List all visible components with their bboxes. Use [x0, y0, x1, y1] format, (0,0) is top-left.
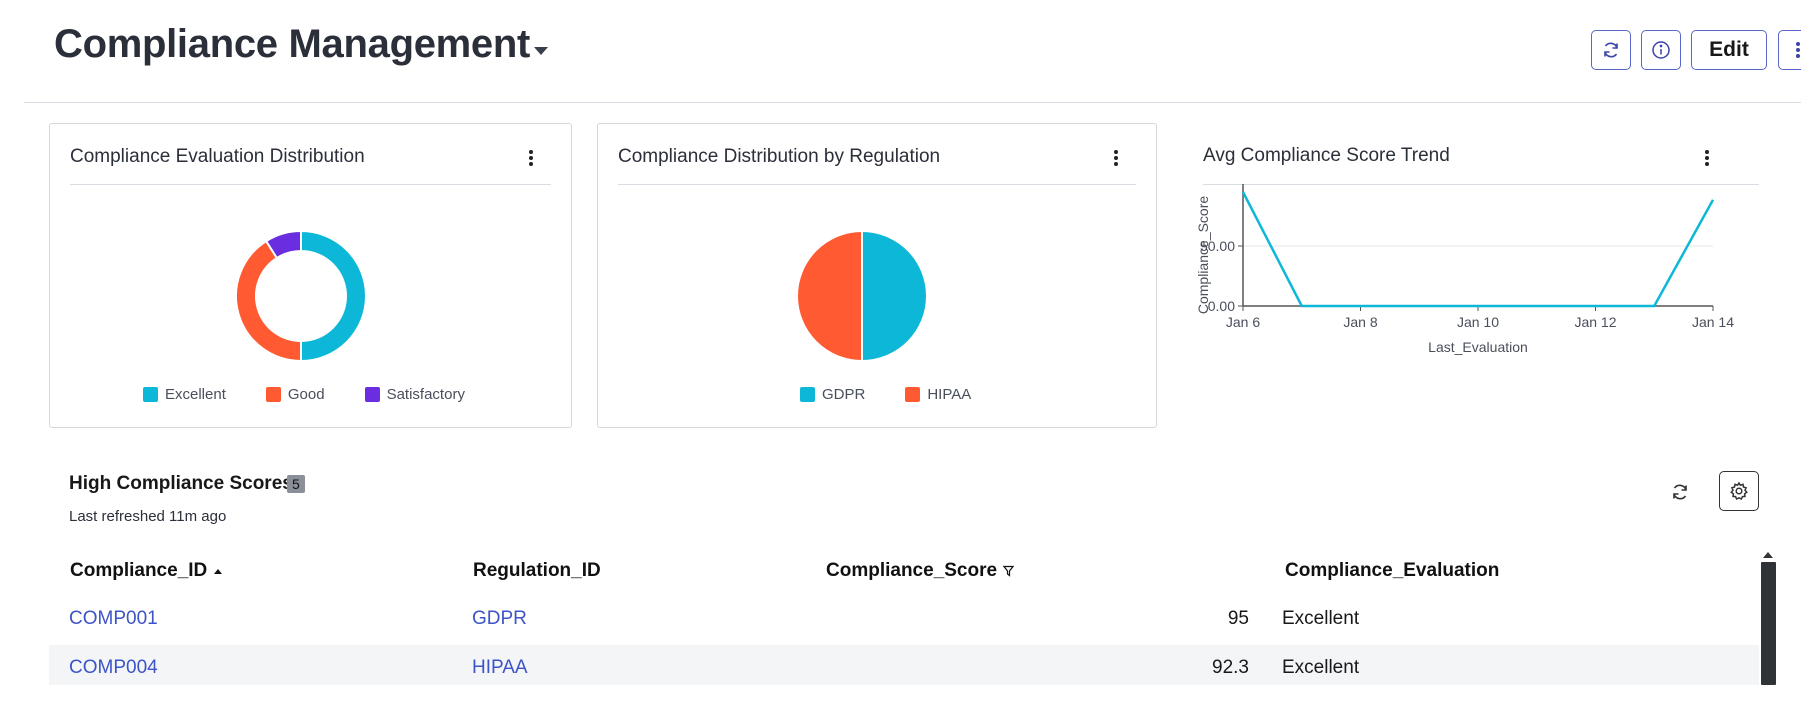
pie-slice-gdpr[interactable] — [861, 229, 928, 363]
score-trend-line-chart: 0.0050.00Jan 6 Jan 8 Jan 10 Jan 12 Jan 14Las… — [1195, 184, 1734, 355]
legend-label: HIPAA — [927, 386, 972, 403]
legend-label: Good — [287, 386, 325, 403]
card-title: Avg Compliance Score Trend — [1203, 145, 1450, 166]
table-title: High Compliance Scores — [69, 473, 293, 494]
compliance-id-link[interactable]: COMP004 — [69, 657, 158, 679]
filter-icon[interactable] — [1003, 565, 1015, 577]
divider — [70, 184, 551, 185]
table-settings-button[interactable] — [1719, 471, 1759, 511]
legend-item-satisfactory[interactable]: Satisfactory — [364, 386, 465, 403]
last-refreshed-text: Last refreshed 11m ago — [69, 508, 227, 525]
legend-item-gdpr[interactable]: GDPR — [800, 386, 865, 403]
x-tick-label: Jan 6 — [1226, 314, 1260, 330]
high-compliance-table-section: High Compliance Scores 5 Last refreshed … — [49, 460, 1761, 685]
card-title: Compliance Evaluation Distribution — [70, 146, 365, 167]
legend-label: GDPR — [822, 386, 866, 403]
regulation-id-link[interactable]: GDPR — [472, 608, 527, 630]
x-tick-label: Jan 14 — [1692, 314, 1734, 330]
vertical-scrollbar[interactable] — [1761, 562, 1776, 685]
column-header-compliance-id[interactable]: Compliance_ID — [70, 560, 223, 582]
x-tick-label: Jan 12 — [1574, 314, 1616, 330]
column-header-label: Compliance_Evaluation — [1285, 560, 1500, 581]
refresh-button[interactable] — [1591, 30, 1631, 70]
regulation-pie-chart — [796, 229, 928, 363]
y-tick-label: 0.00 — [1208, 298, 1235, 314]
column-header-compliance-score[interactable]: Compliance_Score — [826, 560, 1015, 582]
info-button[interactable] — [1641, 30, 1681, 70]
info-icon — [1652, 41, 1670, 59]
compliance-score-cell: 95 — [1227, 608, 1249, 629]
edit-button[interactable]: Edit — [1691, 30, 1767, 70]
legend-label: Excellent — [165, 386, 226, 403]
chart-legend: GDPR HIPAA — [800, 386, 971, 403]
gear-icon — [1730, 481, 1748, 501]
regulation-distribution-card: Compliance Distribution by Regulation GD… — [597, 123, 1157, 428]
legend-swatch — [364, 387, 380, 402]
compliance-id-link[interactable]: COMP001 — [69, 608, 158, 630]
scroll-up-arrow-icon[interactable] — [1763, 552, 1773, 558]
dashboard-header: Compliance Management Edit — [24, 0, 1801, 103]
table-refresh-button[interactable] — [1670, 482, 1690, 507]
more-vertical-icon — [1795, 42, 1800, 58]
x-tick-label: Jan 8 — [1343, 314, 1377, 330]
column-header-label: Regulation_ID — [473, 560, 601, 581]
chart-legend: Excellent Good Satisfactory — [143, 386, 465, 403]
pie-slice-excellent[interactable] — [300, 229, 367, 363]
column-header-regulation-id[interactable]: Regulation_ID — [473, 560, 601, 582]
trend-line[interactable] — [1241, 191, 1715, 308]
pie-slice-good[interactable] — [235, 239, 302, 363]
compliance-evaluation-cell: Excellent — [1282, 657, 1360, 678]
sort-ascending-icon — [214, 569, 223, 574]
table-row[interactable]: COMP004 HIPAA 92.3 Excellent — [49, 645, 1759, 685]
column-header-label: Compliance_ID — [70, 560, 208, 581]
divider — [618, 184, 1136, 185]
legend-item-hipaa[interactable]: HIPAA — [905, 386, 971, 403]
legend-item-excellent[interactable]: Excellent — [143, 386, 226, 403]
card-menu-icon[interactable] — [1108, 148, 1124, 168]
column-header-compliance-evaluation[interactable]: Compliance_Evaluation — [1285, 560, 1499, 582]
title-dropdown-caret-icon[interactable] — [534, 47, 548, 55]
score-trend-card: Avg Compliance Score Trend 0.00 50.00 Jan … — [1180, 123, 1760, 428]
regulation-id-link[interactable]: HIPAA — [472, 657, 528, 679]
refresh-icon — [1673, 484, 1687, 500]
compliance-evaluation-cell: Excellent — [1282, 608, 1360, 629]
row-count-badge: 5 — [287, 475, 305, 493]
x-tick-label: Jan 10 — [1457, 314, 1499, 330]
table-row[interactable]: COMP001 GDPR 95 Excellent — [49, 596, 1759, 645]
page-title: Compliance Management — [54, 22, 531, 66]
card-menu-icon[interactable] — [1699, 148, 1715, 168]
column-header-label: Compliance_Score — [826, 560, 998, 581]
legend-swatch — [143, 387, 158, 402]
evaluation-donut-chart — [235, 229, 367, 363]
evaluation-distribution-card: Compliance Evaluation Distribution Excel… — [49, 123, 572, 428]
card-title: Compliance Distribution by Regulation — [618, 146, 941, 167]
refresh-icon — [1604, 42, 1618, 58]
x-axis-label: Last_Evaluation — [1428, 339, 1528, 355]
y-axis-label: Compliance_Score — [1195, 196, 1211, 314]
legend-label: Satisfactory — [386, 386, 465, 403]
more-options-button[interactable] — [1778, 30, 1801, 70]
compliance-score-cell: 92.3 — [1212, 657, 1249, 678]
card-menu-icon[interactable] — [523, 148, 539, 168]
legend-item-good[interactable]: Good — [265, 386, 325, 403]
pie-slice-hipaa[interactable] — [796, 229, 863, 363]
legend-swatch — [265, 387, 281, 402]
legend-swatch — [800, 387, 815, 402]
legend-swatch — [905, 387, 921, 402]
